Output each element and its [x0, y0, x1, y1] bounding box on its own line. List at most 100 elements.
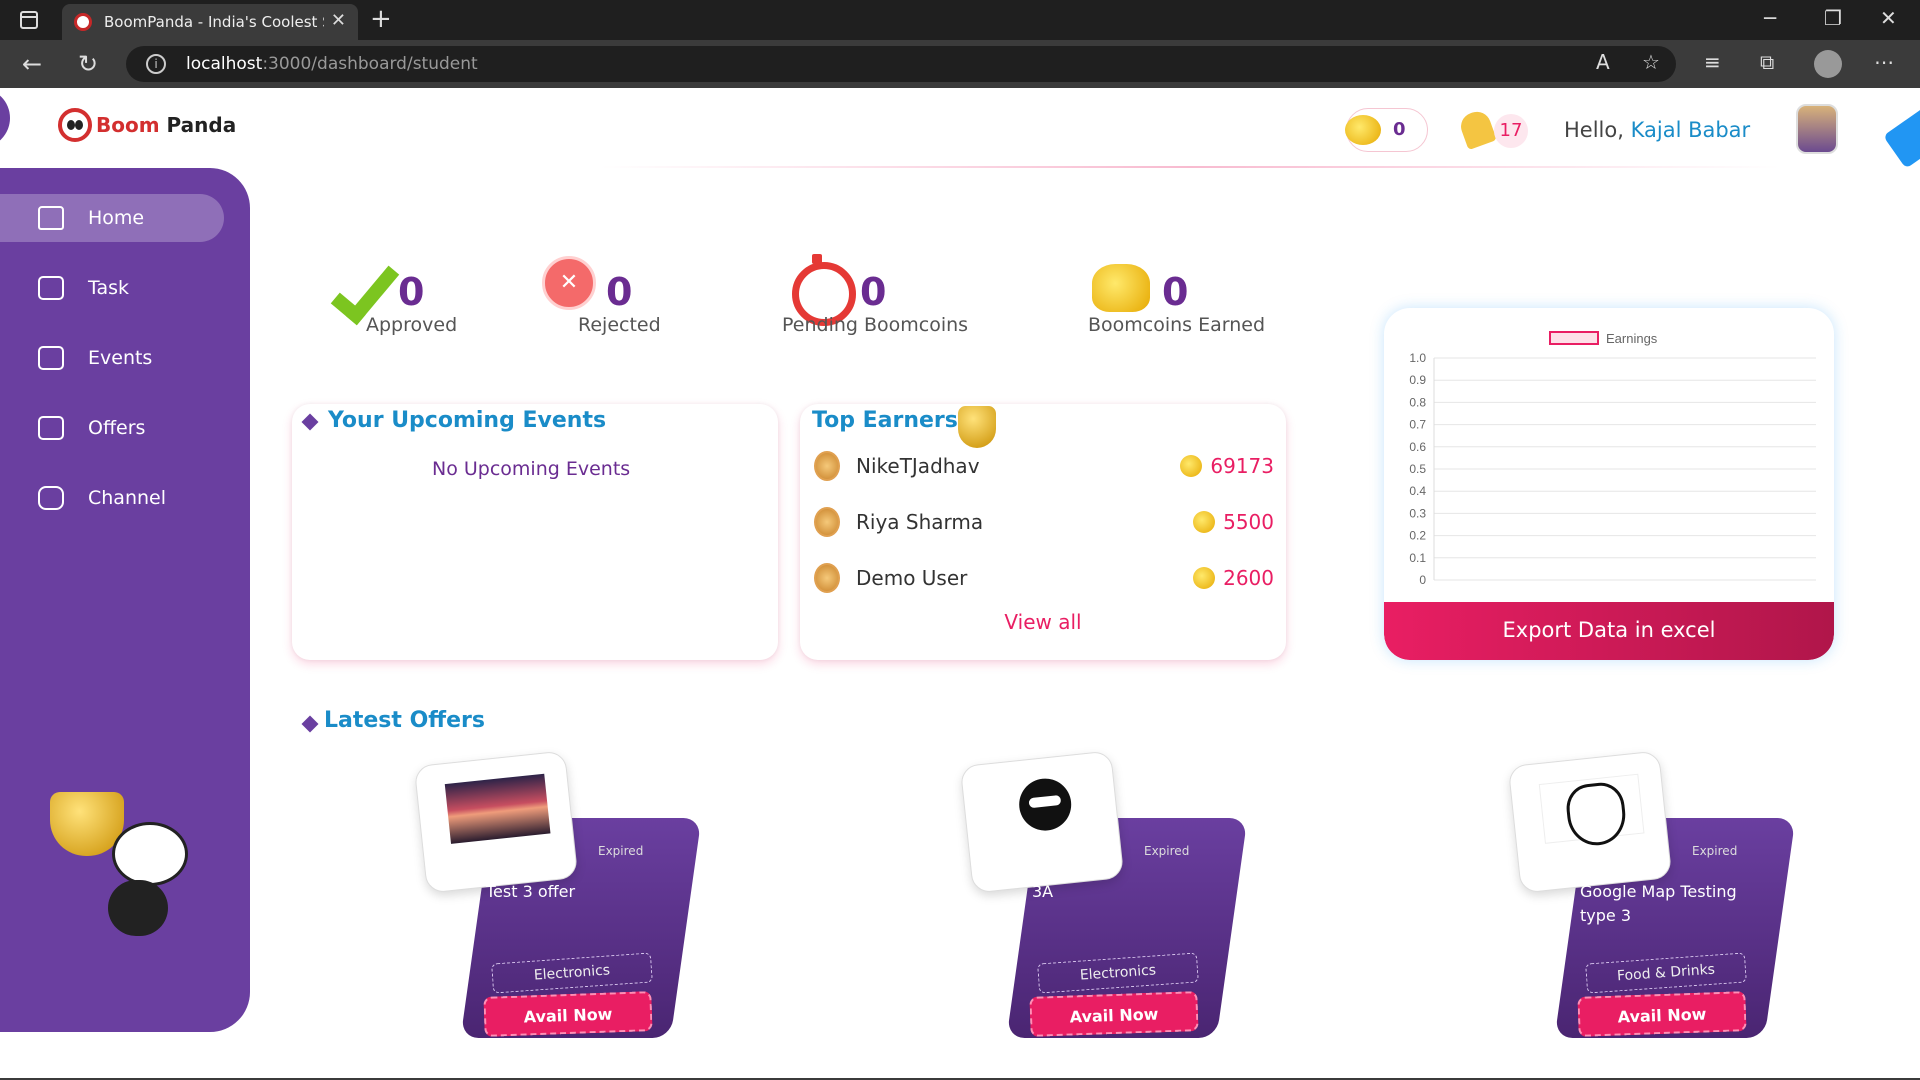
coin-balance-value: 0 [1393, 119, 1406, 140]
clipboard-icon [38, 276, 64, 300]
user-greeting: Hello, Kajal Babar [1564, 118, 1751, 142]
logo[interactable]: Boom Panda [58, 108, 236, 142]
offer-card[interactable]: Free Expired Google Map Testing type 3 F… [1507, 750, 1804, 1058]
stopwatch-icon [792, 254, 856, 326]
stat-label: Boomcoins Earned [1088, 314, 1266, 336]
legend-swatch[interactable] [1549, 331, 1599, 345]
offer-status: Expired [1144, 844, 1190, 858]
sidebar-item-label: Channel [88, 487, 167, 509]
logo-text: Boom Panda [96, 113, 237, 137]
earner-name: Riya Sharma [856, 510, 984, 534]
stat-value: 0 [606, 270, 633, 314]
offer-image [1538, 773, 1645, 844]
new-tab-icon[interactable]: + [370, 4, 392, 34]
more-icon[interactable]: ⋯ [1874, 50, 1894, 74]
offer-title: 3A [1032, 882, 1054, 901]
earner-name: Demo User [856, 566, 968, 590]
browser-profile-icon[interactable] [1814, 50, 1842, 78]
back-icon[interactable]: ← [22, 50, 42, 78]
y-tick-label: 0.4 [1409, 484, 1426, 498]
sidebar-item-events[interactable]: Events [0, 334, 224, 382]
list-item[interactable]: Demo User 2600 [814, 558, 1274, 598]
stat-value: 0 [398, 270, 425, 314]
y-tick-label: 0.9 [1409, 373, 1426, 387]
calendar-icon [38, 346, 64, 370]
empty-events-message: No Upcoming Events [432, 458, 631, 480]
sidebar-item-home[interactable]: Home [0, 194, 224, 242]
offer-title: Test 3 offer [486, 882, 576, 901]
legend-label[interactable]: Earnings [1606, 331, 1658, 346]
sidebar-item-label: Offers [88, 417, 146, 439]
decorative-shape [1883, 107, 1920, 169]
section-title: Latest Offers [324, 708, 485, 733]
view-all-link[interactable]: View all [800, 610, 1286, 634]
earner-points: 69173 [1210, 454, 1274, 478]
offer-badge: Free [1584, 860, 1624, 879]
sidebar-item-offers[interactable]: Offers [0, 404, 224, 452]
window-menu-icon[interactable] [20, 11, 38, 29]
browser-tab[interactable]: BoomPanda - India's Coolest Stu ✕ [62, 4, 358, 40]
avail-now-button[interactable]: Avail Now [483, 991, 653, 1037]
url-text: localhost:3000/dashboard/student [186, 54, 478, 74]
reload-icon[interactable]: ↻ [78, 50, 98, 78]
notifications[interactable]: 17 [1457, 107, 1532, 152]
browser-toolbar: ← ↻ i localhost:3000/dashboard/student A… [0, 40, 1920, 88]
upcoming-events-card: Your Upcoming Events No Upcoming Events [292, 404, 778, 660]
trophy-icon [958, 406, 996, 448]
sidebar-item-channel[interactable]: Channel [0, 474, 224, 522]
site-info-icon[interactable]: i [146, 54, 166, 74]
close-window-icon[interactable]: ✕ [1880, 6, 1897, 30]
avail-now-button[interactable]: Avail Now [1029, 991, 1199, 1037]
coins-icon [1345, 115, 1381, 145]
panda-logo-icon [58, 108, 92, 142]
list-item[interactable]: Riya Sharma 5500 [814, 502, 1274, 542]
gift-icon [38, 416, 64, 440]
mascot-head [112, 822, 188, 886]
y-tick-label: 0.3 [1409, 506, 1426, 520]
earnings-chart-card: Earnings 1.0 0.9 0.8 0.7 0.6 0.5 0.4 0.3 0.2 0.1 0 … [1384, 308, 1834, 660]
coins-stack-icon [1092, 264, 1150, 312]
tab-title: BoomPanda - India's Coolest Stu [104, 13, 324, 31]
read-aloud-icon[interactable]: A [1596, 50, 1610, 74]
checkmark-icon [320, 256, 390, 320]
avail-now-button[interactable]: Avail Now [1577, 991, 1747, 1037]
stat-label: Pending Boomcoins [782, 314, 969, 336]
sidebar-item-label: Events [88, 347, 153, 369]
mascot-body [108, 880, 168, 936]
collections-icon[interactable]: ⧉ [1760, 50, 1774, 74]
address-bar[interactable]: i localhost:3000/dashboard/student [126, 46, 1676, 82]
diamond-bullet-icon [301, 715, 319, 733]
favorite-star-icon[interactable]: ☆ [1642, 50, 1660, 74]
earner-name: NikeTJadhav [856, 454, 980, 478]
card-title: Top Earners [812, 408, 958, 433]
favorites-icon[interactable]: ≡ [1704, 50, 1721, 74]
earnings-chart: Earnings 1.0 0.9 0.8 0.7 0.6 0.5 0.4 0.3 0.2 0.1 0 [1409, 331, 1816, 587]
close-tab-icon[interactable]: ✕ [331, 10, 346, 31]
panda-favicon-icon [74, 13, 92, 31]
home-icon [38, 206, 64, 230]
list-item[interactable]: NikeTJadhav 69173 [814, 446, 1274, 486]
y-tick-label: 0.1 [1409, 551, 1426, 565]
offer-card[interactable]: Free Expired Test 3 offer Electronics Av… [413, 750, 710, 1058]
card-title: Your Upcoming Events [328, 408, 607, 433]
user-name: Kajal Babar [1630, 118, 1751, 142]
panda-mascot-illustration [40, 792, 200, 942]
decorative-shape [0, 88, 10, 148]
export-excel-button[interactable]: Export Data in excel [1384, 602, 1834, 660]
coin-icon [1180, 455, 1203, 477]
offer-card[interactable]: Free Expired 3A Electronics Avail Now [959, 750, 1256, 1058]
avatar[interactable] [1796, 104, 1838, 154]
medal-icon [814, 563, 840, 593]
sidebar-item-task[interactable]: Task [0, 264, 224, 312]
header-divider [600, 166, 1780, 168]
chat-icon [38, 486, 64, 510]
restore-icon[interactable]: ❐ [1824, 6, 1842, 30]
offer-image [990, 773, 1097, 844]
minimize-icon[interactable]: ─ [1764, 6, 1776, 30]
coin-icon [1193, 511, 1216, 533]
top-earners-card: Top Earners NikeTJadhav 69173 Riya Sharm… [800, 404, 1286, 660]
offer-image [444, 773, 551, 844]
y-tick-label: 0.2 [1409, 529, 1426, 543]
coin-balance[interactable]: 0 [1345, 108, 1428, 152]
y-tick-label: 0 [1419, 573, 1426, 587]
